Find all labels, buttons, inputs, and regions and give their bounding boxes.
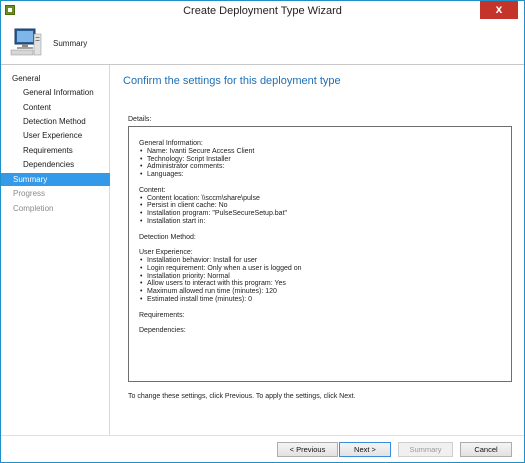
detail-item: Login requirement: Only when a user is l…	[140, 265, 302, 273]
wizard-nav: General General Information Content Dete…	[1, 65, 110, 462]
nav-item-completion: Completion	[13, 204, 54, 213]
detail-item: Allow users to interact with this progra…	[140, 280, 286, 288]
detail-item: Name: Ivanti Secure Access Client	[140, 148, 254, 156]
wizard-window: Create Deployment Type Wizard x Summary …	[0, 0, 525, 463]
nav-item-content[interactable]: Content	[1, 101, 110, 114]
detail-item: Content location: \\sccm\share\pulse	[140, 195, 260, 203]
details-textbox[interactable]: General Information:Name: Ivanti Secure …	[128, 126, 512, 382]
detail-section-heading: User Experience:	[139, 249, 193, 257]
main-panel: Confirm the settings for this deployment…	[111, 65, 524, 435]
detail-item: Technology: Script Installer	[140, 156, 231, 164]
nav-item-requirements[interactable]: Requirements	[1, 144, 110, 157]
details-label: Details:	[128, 116, 152, 123]
detail-item: Installation program: "PulseSecureSetup.…	[140, 210, 287, 218]
wizard-footer: < Previous Next > Summary Cancel	[1, 435, 524, 462]
detail-section-heading: Dependencies:	[139, 327, 186, 335]
nav-item-summary[interactable]: Summary	[1, 173, 110, 186]
detail-section-heading: General Information:	[139, 140, 203, 147]
nav-item-user-experience[interactable]: User Experience	[1, 129, 110, 142]
detail-item: Installation priority: Normal	[140, 273, 230, 281]
detail-item: Estimated install time (minutes): 0	[140, 296, 252, 304]
computer-icon	[10, 28, 42, 56]
summary-button: Summary	[398, 442, 453, 457]
nav-item-progress: Progress	[13, 189, 46, 198]
detail-item: Installation behavior: Install for user	[140, 257, 257, 265]
hint-text: To change these settings, click Previous…	[128, 393, 356, 400]
nav-item-dependencies[interactable]: Dependencies	[1, 158, 110, 171]
window-title: Create Deployment Type Wizard	[183, 5, 342, 17]
next-button[interactable]: Next >	[339, 442, 391, 457]
detail-item: Administrator comments:	[140, 163, 224, 171]
nav-item-general[interactable]: General	[1, 72, 110, 85]
detail-item: Maximum allowed run time (minutes): 120	[140, 288, 277, 296]
detail-section-heading: Requirements:	[139, 311, 185, 319]
close-button[interactable]: x	[480, 1, 518, 19]
wizard-header: Summary	[1, 20, 524, 65]
nav-item-general-information[interactable]: General Information	[1, 86, 110, 99]
title-bar[interactable]: Create Deployment Type Wizard x	[1, 1, 524, 20]
detail-section-heading: Detection Method:	[139, 233, 196, 241]
cancel-button[interactable]: Cancel	[460, 442, 512, 457]
detail-item: Installation start in:	[140, 218, 205, 226]
header-title: Summary	[53, 39, 88, 48]
nav-item-detection-method[interactable]: Detection Method	[1, 115, 110, 128]
detail-section-heading: Content:	[139, 186, 166, 194]
page-heading: Confirm the settings for this deployment…	[123, 75, 341, 87]
detail-item: Languages:	[140, 171, 184, 179]
detail-item: Persist in client cache: No	[140, 202, 228, 210]
previous-button[interactable]: < Previous	[277, 442, 338, 457]
